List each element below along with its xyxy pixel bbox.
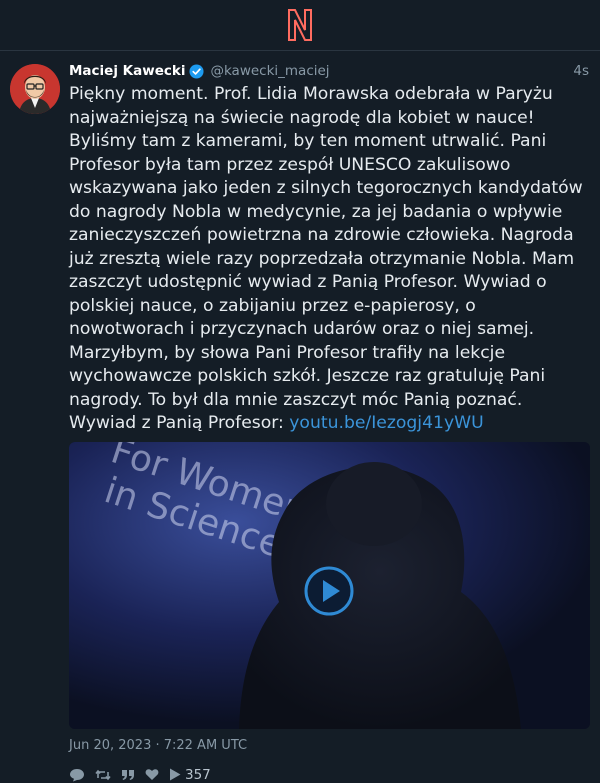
author-handle[interactable]: @kawecki_maciej: [210, 63, 329, 79]
quote-icon: [122, 769, 134, 780]
play-icon: [170, 768, 181, 781]
like-button[interactable]: [145, 768, 159, 781]
relative-time[interactable]: 4s: [573, 63, 590, 79]
views-count: 357: [185, 766, 211, 783]
retweet-icon: [95, 769, 111, 780]
comment-icon: [70, 768, 84, 781]
tweet-body: Piękny moment. Prof. Lidia Morawska odeb…: [69, 84, 583, 433]
author-name[interactable]: Maciej Kawecki: [69, 63, 185, 79]
top-bar: [0, 0, 600, 51]
views-button[interactable]: 357: [169, 767, 211, 783]
heart-icon: [145, 769, 159, 780]
tweet-actions: 357: [69, 767, 590, 783]
video-player[interactable]: For Women in Science: [69, 441, 590, 729]
tweet-date[interactable]: Jun 20, 2023 · 7:22 AM UTC: [69, 738, 590, 753]
reply-button[interactable]: [69, 768, 85, 782]
tweet-text: Piękny moment. Prof. Lidia Morawska odeb…: [69, 83, 591, 436]
nitter-logo-icon[interactable]: [287, 8, 313, 42]
tweet-header: Maciej Kawecki @kawecki_maciej 4s: [69, 63, 590, 79]
avatar[interactable]: [10, 64, 60, 114]
tweet: Maciej Kawecki @kawecki_maciej 4s Piękny…: [0, 51, 600, 783]
retweet-button[interactable]: [95, 768, 111, 782]
tweet-link[interactable]: youtu.be/Iezogj41yWU: [289, 413, 483, 433]
verified-badge-icon: [189, 63, 204, 79]
play-circle-icon[interactable]: [304, 566, 354, 616]
quote-button[interactable]: [121, 768, 135, 782]
tweet-content: Maciej Kawecki @kawecki_maciej 4s Piękny…: [69, 63, 590, 783]
